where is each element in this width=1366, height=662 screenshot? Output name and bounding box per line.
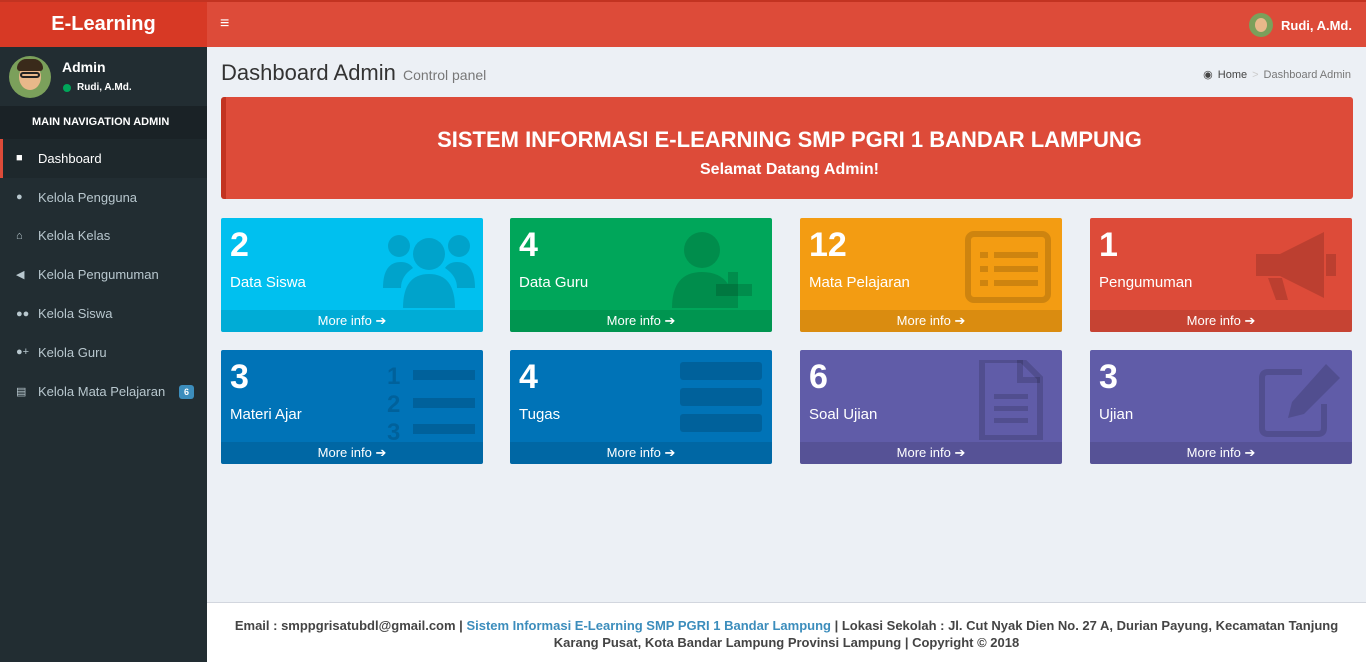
user-menu-name: Rudi, A.Md. — [1280, 17, 1352, 33]
welcome-banner: SISTEM INFORMASI E-LEARNING SMP PGRI 1 B… — [221, 97, 1353, 199]
nav-header: MAIN NAVIGATION ADMIN — [0, 106, 207, 139]
avatar — [1248, 13, 1273, 37]
breadcrumb-separator: > — [1252, 68, 1259, 81]
stat-label: Materi Ajar — [230, 406, 302, 423]
stat-value: 4 — [519, 226, 538, 264]
stat-value: 3 — [230, 358, 249, 396]
sidebar-item-label: Dashboard — [38, 150, 102, 166]
footer-email: Email : smppgrisatubdl@gmail.com — [234, 618, 456, 633]
banner-title: SISTEM INFORMASI E-LEARNING SMP PGRI 1 B… — [437, 127, 1142, 152]
sidebar-item-dashboard[interactable]: ■ Dashboard — [0, 139, 207, 178]
stat-value: 1 — [1099, 226, 1118, 264]
stat-value: 3 — [1099, 358, 1118, 396]
stat-label: Ujian — [1099, 406, 1134, 423]
sidebar-item-kelola-pengguna[interactable]: ● Kelola Pengguna — [0, 178, 207, 217]
stat-box-data-siswa: 2 Data Siswa More info ➔ — [221, 218, 483, 332]
sidebar-item-kelola-siswa[interactable]: ●● Kelola Siswa — [0, 294, 207, 333]
stat-box-pengumuman: 1 Pengumuman More info ➔ — [1090, 218, 1352, 332]
breadcrumb-home[interactable]: Home — [1218, 69, 1247, 81]
sidebar-item-label: Kelola Mata Pelajaran — [38, 383, 166, 399]
user-panel-status-text: Rudi, A.Md. — [77, 82, 132, 93]
stat-value: 4 — [519, 358, 538, 396]
list-alt-icon — [965, 231, 1051, 303]
breadcrumb-current: Dashboard Admin — [1263, 68, 1351, 81]
svg-text:3: 3 — [387, 419, 400, 440]
sidebar: Admin Rudi, A.Md. MAIN NAVIGATION ADMIN … — [0, 47, 207, 662]
user-plus-icon — [672, 232, 752, 308]
more-info-link[interactable]: More info ➔ — [221, 310, 483, 332]
footer-separator: | — [455, 618, 467, 633]
dashboard-icon: ◉ — [1203, 69, 1213, 81]
sidebar-item-label: Kelola Kelas — [38, 228, 111, 244]
stat-value: 6 — [809, 358, 828, 396]
top-navbar: E-Learning ≡ Rudi, A.Md. — [0, 0, 1366, 47]
users-icon: ●● — [16, 307, 30, 320]
stat-value: 12 — [809, 226, 847, 264]
sidebar-menu: ■ Dashboard ● Kelola Pengguna ⌂ Kelola K… — [0, 139, 207, 411]
sidebar-item-kelola-kelas[interactable]: ⌂ Kelola Kelas — [0, 217, 207, 256]
footer-site-link[interactable]: Sistem Informasi E-Learning SMP PGRI 1 B… — [466, 618, 831, 633]
user-panel-name: Admin — [62, 59, 106, 75]
edit-icon — [1259, 364, 1340, 437]
user-menu[interactable]: Rudi, A.Md. — [1248, 12, 1352, 38]
stat-box-mata-pelajaran: 12 Mata Pelajaran More info ➔ — [800, 218, 1062, 332]
online-status-icon — [63, 83, 71, 92]
page-footer: Email : smppgrisatubdl@gmail.com | Siste… — [207, 602, 1366, 662]
bullhorn-icon: ◀ — [16, 269, 25, 282]
sidebar-item-kelola-guru[interactable]: ●+ Kelola Guru — [0, 333, 207, 372]
stat-label: Soal Ujian — [809, 406, 878, 423]
more-info-link[interactable]: More info ➔ — [800, 310, 1062, 332]
avatar — [9, 56, 51, 98]
more-info-link[interactable]: More info ➔ — [510, 310, 772, 332]
sidebar-item-label: Kelola Siswa — [38, 306, 113, 322]
count-badge: 6 — [178, 384, 194, 399]
breadcrumb: ◉ Home > Dashboard Admin — [1203, 68, 1351, 82]
stat-box-data-guru: 4 Data Guru More info ➔ — [510, 218, 772, 332]
svg-text:1: 1 — [387, 363, 400, 390]
menu-toggle-icon[interactable]: ≡ — [220, 15, 229, 33]
users-icon — [383, 235, 475, 308]
more-info-link[interactable]: More info ➔ — [800, 442, 1062, 464]
list-ol-icon: 1 2 3 — [387, 363, 475, 440]
tasks-icon — [680, 362, 762, 432]
stat-label: Tugas — [519, 406, 561, 423]
stat-box-ujian: 3 Ujian More info ➔ — [1090, 350, 1352, 464]
user-panel: Admin Rudi, A.Md. — [0, 47, 207, 106]
home-icon: ⌂ — [16, 229, 23, 242]
more-info-link[interactable]: More info ➔ — [221, 442, 483, 464]
sidebar-item-kelola-pengumuman[interactable]: ◀ Kelola Pengumuman — [0, 255, 207, 294]
more-info-link[interactable]: More info ➔ — [510, 442, 772, 464]
bullhorn-icon — [1256, 232, 1336, 300]
stat-label: Data Siswa — [230, 274, 306, 291]
user-icon: ● — [16, 191, 23, 204]
stat-box-tugas: 4 Tugas More info ➔ — [510, 350, 772, 464]
stat-value: 2 — [230, 226, 249, 264]
stat-box-materi-ajar: 3 Materi Ajar 1 2 3 More info ➔ — [221, 350, 483, 464]
more-info-link[interactable]: More info ➔ — [1090, 442, 1352, 464]
stat-label: Mata Pelajaran — [809, 274, 910, 291]
sidebar-item-label: Kelola Pengumuman — [38, 267, 159, 283]
dashboard-icon: ■ — [16, 152, 23, 165]
stat-label: Data Guru — [519, 274, 589, 291]
stat-label: Pengumuman — [1099, 274, 1193, 291]
more-info-link[interactable]: More info ➔ — [1090, 310, 1352, 332]
svg-text:2: 2 — [387, 391, 400, 418]
sidebar-item-kelola-mata-pelajaran[interactable]: ▤ Kelola Mata Pelajaran 6 — [0, 372, 207, 411]
user-plus-icon: ●+ — [16, 346, 30, 359]
sidebar-item-label: Kelola Guru — [38, 344, 107, 360]
list-alt-icon: ▤ — [16, 385, 27, 398]
page-subtitle: Control panel — [403, 67, 487, 83]
user-panel-status: Rudi, A.Md. — [63, 82, 132, 93]
banner-subtitle: Selamat Datang Admin! — [700, 161, 879, 178]
page-title: Dashboard Admin — [221, 60, 396, 85]
sidebar-item-label: Kelola Pengguna — [38, 189, 138, 205]
stat-box-soal-ujian: 6 Soal Ujian More info ➔ — [800, 350, 1062, 464]
file-text-icon — [979, 360, 1043, 440]
app-logo[interactable]: E-Learning — [0, 2, 207, 47]
